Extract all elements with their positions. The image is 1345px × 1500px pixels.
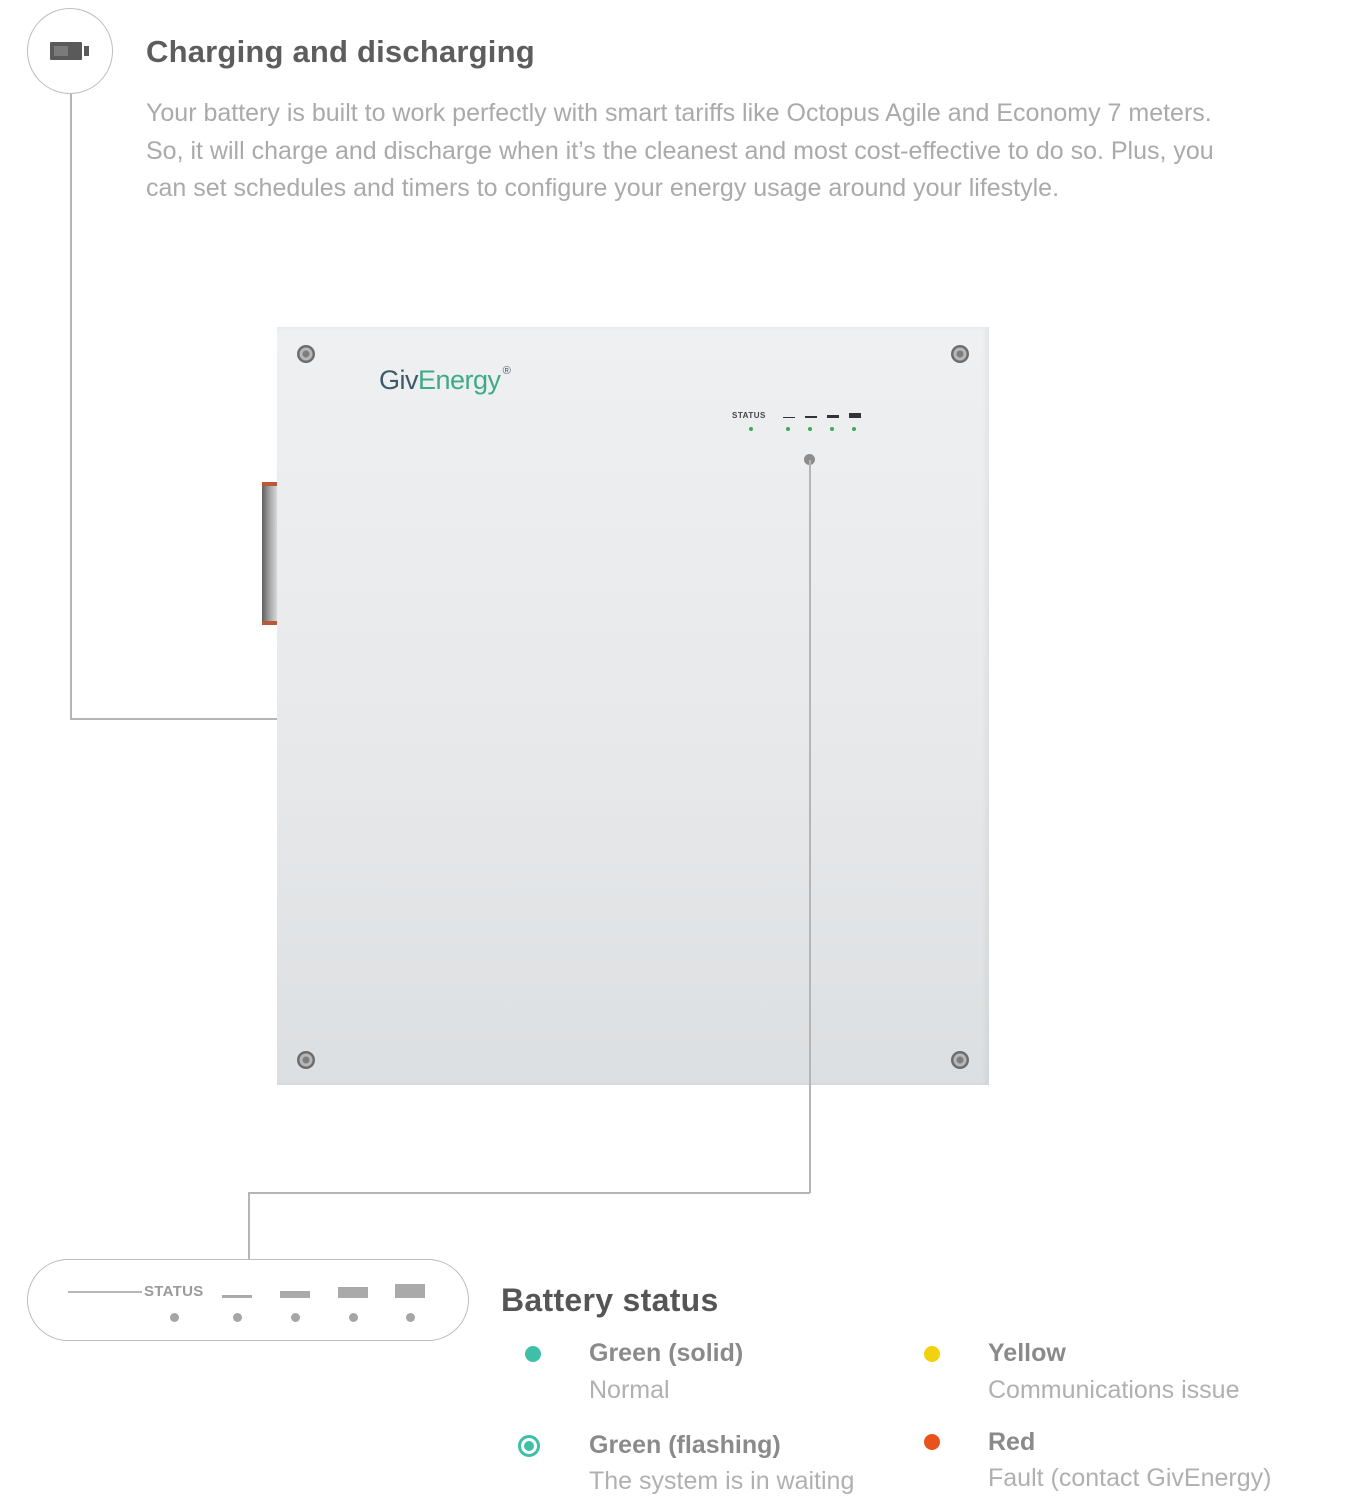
battery-side-handle (262, 482, 277, 625)
unit-led (852, 427, 856, 431)
section-title: Charging and discharging (146, 34, 535, 69)
unit-led (786, 427, 790, 431)
unit-level-bar (805, 416, 817, 418)
connector-line-horizontal-bottom (248, 1192, 810, 1194)
screw-icon (951, 1051, 969, 1069)
level-led-4 (406, 1313, 415, 1322)
status-panel-label: STATUS (144, 1283, 204, 1300)
green-flashing-indicator-icon (518, 1435, 540, 1457)
legend-item-name: Green (flashing) (589, 1431, 781, 1459)
legend-item-name: Green (solid) (589, 1339, 744, 1367)
legend-item-description: The system is in waiting (589, 1467, 855, 1495)
legend-item-description: Communications issue (988, 1376, 1240, 1404)
level-led-2 (291, 1313, 300, 1322)
unit-led (749, 427, 753, 431)
screw-icon (297, 345, 315, 363)
unit-led (830, 427, 834, 431)
level-bar-2 (280, 1291, 310, 1298)
unit-level-bar (849, 413, 861, 418)
battery-icon-badge (27, 8, 113, 94)
yellow-indicator-icon (924, 1346, 940, 1362)
level-bar-1 (222, 1295, 252, 1298)
green-solid-indicator-icon (525, 1346, 541, 1362)
legend-item-description: Fault (contact GivEnergy) (988, 1464, 1272, 1492)
unit-led (808, 427, 812, 431)
battery-unit-image: GivEnergy ® STATUS (277, 327, 989, 1085)
legend-item-description: Normal (589, 1376, 670, 1404)
battery-status-title: Battery status (501, 1282, 719, 1318)
legend-item-name: Red (988, 1428, 1036, 1456)
unit-level-bar (827, 415, 839, 418)
unit-status-label: STATUS (732, 411, 766, 420)
level-led-3 (349, 1313, 358, 1322)
section-description: Your battery is built to work perfectly … (146, 99, 1214, 202)
level-bar-3 (338, 1287, 368, 1298)
status-led (170, 1313, 179, 1322)
unit-level-bar (783, 417, 795, 418)
level-bar-4 (395, 1284, 425, 1298)
connector-line-vertical-right (809, 460, 811, 1193)
screw-icon (951, 345, 969, 363)
status-indicator-panel: STATUS (27, 1259, 469, 1341)
red-indicator-icon (924, 1434, 940, 1450)
legend-item-name: Yellow (988, 1339, 1066, 1367)
level-led-1 (233, 1313, 242, 1322)
screw-icon (297, 1051, 315, 1069)
status-leader-line (68, 1291, 142, 1293)
connector-line-vertical-bottom (248, 1192, 250, 1260)
brand-logo: GivEnergy ® (379, 365, 511, 395)
connector-line-vertical-left (70, 94, 72, 719)
